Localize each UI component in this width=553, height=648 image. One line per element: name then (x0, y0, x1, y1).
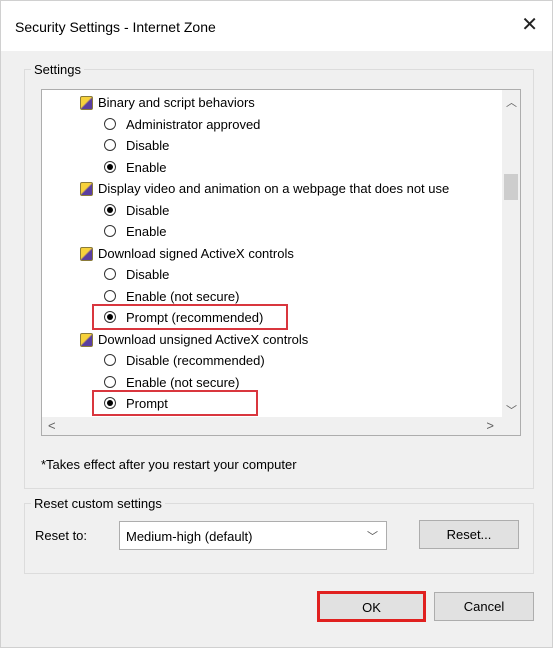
settings-icon (80, 182, 93, 196)
cancel-button[interactable]: Cancel (434, 592, 534, 621)
option-label: Disable (126, 138, 170, 153)
radio-unchecked-icon[interactable] (104, 139, 116, 151)
radio-unchecked-icon[interactable] (104, 268, 116, 280)
title-bar: Security Settings - Internet Zone ✕ (1, 1, 552, 51)
scroll-thumb[interactable] (504, 174, 518, 200)
option-label: Download signed ActiveX controls (98, 245, 294, 261)
reset-to-label: Reset to: (35, 528, 88, 543)
option-label: Display video and animation on a webpage… (98, 181, 450, 196)
radio-unchecked-icon[interactable] (104, 375, 116, 388)
window-title: Security Settings - Internet Zone (15, 19, 216, 35)
radio-checked-icon[interactable] (104, 160, 116, 173)
scroll-corner (502, 417, 520, 435)
security-settings-dialog: Security Settings - Internet Zone ✕ Sett… (0, 0, 553, 648)
highlight-box (92, 390, 258, 416)
option-label: Disable (126, 267, 170, 282)
reset-level-select[interactable]: Medium-high (default) ﹀ (119, 521, 387, 550)
option-label: Disable (recommended) (126, 353, 265, 368)
option-label: Administrator approved (126, 116, 261, 132)
settings-icon (80, 246, 93, 261)
settings-tree[interactable]: Initialize and script ActiveX controls n… (41, 89, 521, 436)
radio-unchecked-icon[interactable] (104, 289, 116, 302)
horizontal-scrollbar[interactable]: < > (42, 417, 502, 435)
option-label: Disable (126, 202, 170, 218)
settings-icon (80, 96, 93, 110)
radio-unchecked-icon[interactable] (104, 225, 116, 237)
option-label: Download unsigned ActiveX controls (98, 331, 309, 347)
option-label: Enable (126, 224, 167, 239)
radio-unchecked-icon[interactable] (104, 354, 116, 366)
scroll-up-icon[interactable]: ︿ (506, 94, 517, 110)
reset-button[interactable]: Reset... (419, 520, 519, 549)
option-label: Enable (126, 159, 167, 175)
highlight-box (92, 304, 288, 330)
ok-button[interactable]: OK (317, 591, 426, 622)
settings-legend: Settings (34, 62, 81, 77)
option-label: Binary and script behaviors (98, 95, 255, 110)
chevron-down-icon: ﹀ (367, 531, 378, 543)
restart-note: *Takes effect after you restart your com… (41, 457, 297, 472)
vertical-scrollbar[interactable]: ︿ ﹀ (502, 90, 520, 417)
scroll-down-icon[interactable]: ﹀ (506, 402, 517, 418)
settings-icon (80, 332, 93, 347)
close-icon[interactable]: ✕ (521, 15, 538, 35)
radio-unchecked-icon[interactable] (104, 117, 116, 130)
scroll-right-icon[interactable]: > (486, 418, 494, 433)
radio-checked-icon[interactable] (104, 203, 116, 216)
reset-legend: Reset custom settings (34, 496, 162, 511)
reset-level-value: Medium-high (default) (126, 529, 253, 544)
scroll-left-icon[interactable]: < (48, 418, 56, 433)
